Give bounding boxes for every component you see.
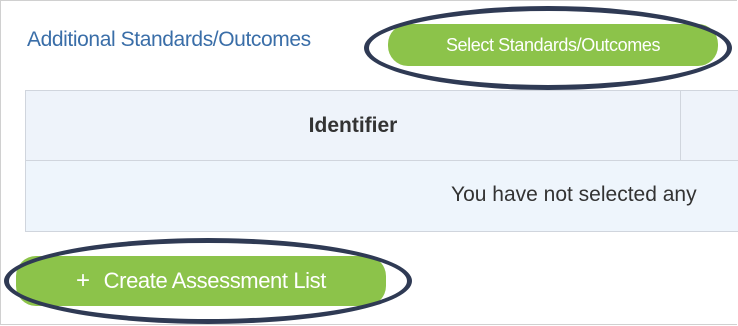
select-standards-button-label: Select Standards/Outcomes (445, 34, 661, 55)
table-header-row: Identifier (26, 91, 738, 161)
select-standards-button[interactable]: Select Standards/Outcomes (388, 24, 718, 66)
empty-state-message: You have not selected any (451, 183, 697, 206)
create-assessment-list-button[interactable]: + Create Assessment List (16, 256, 386, 306)
standards-table: Identifier You have not selected any (25, 90, 738, 232)
section-label-additional-standards: Additional Standards/Outcomes (27, 28, 311, 51)
create-assessment-list-label: Create Assessment List (103, 268, 327, 293)
column-header-identifier: Identifier (26, 91, 681, 160)
table-row: You have not selected any (26, 161, 738, 231)
plus-icon: + (76, 267, 90, 294)
